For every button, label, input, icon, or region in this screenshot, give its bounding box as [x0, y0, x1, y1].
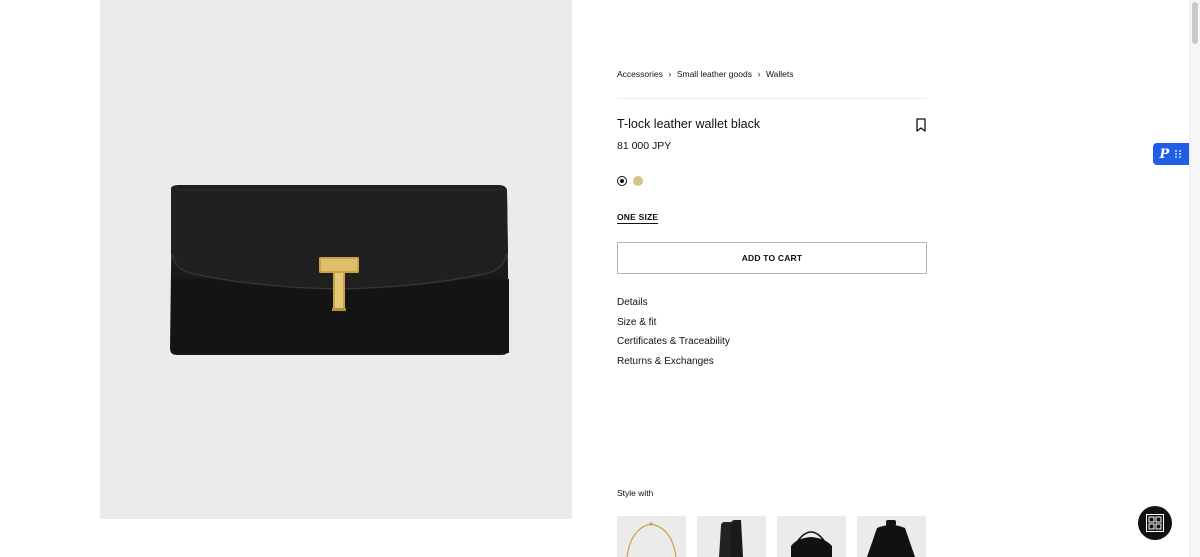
swatch-tan[interactable] [633, 176, 643, 186]
product-image[interactable] [100, 0, 572, 519]
p-logo-icon: P [1159, 146, 1170, 162]
accordion-returns[interactable]: Returns & Exchanges [617, 355, 730, 375]
divider [617, 98, 927, 99]
chat-icon [1146, 514, 1164, 532]
style-item-bag[interactable] [777, 516, 846, 557]
style-with-items [617, 516, 926, 557]
style-item-necklace[interactable] [617, 516, 686, 557]
add-to-cart-button[interactable]: ADD TO CART [617, 242, 927, 274]
accordion-details[interactable]: Details [617, 296, 730, 316]
breadcrumb: Accessories › Small leather goods › Wall… [617, 69, 794, 79]
swatch-black[interactable] [617, 176, 627, 186]
size-selector[interactable]: ONE SIZE [617, 212, 659, 224]
chevron-right-icon: › [668, 69, 672, 79]
style-item-boots[interactable] [697, 516, 766, 557]
accordion-certificates[interactable]: Certificates & Traceability [617, 335, 730, 355]
grip-dots-icon [1175, 150, 1182, 158]
breadcrumb-item-small-leather-goods[interactable]: Small leather goods [677, 69, 752, 79]
scrollbar[interactable] [1189, 0, 1200, 557]
black-handbag-icon [791, 531, 832, 557]
chevron-right-icon: › [757, 69, 761, 79]
accordion-size-fit[interactable]: Size & fit [617, 316, 730, 336]
pocket-extension-icon[interactable]: P [1153, 143, 1189, 165]
color-swatches [617, 176, 643, 186]
black-sweater-icon [867, 520, 915, 557]
wallet-image [170, 185, 509, 355]
product-accordion: Details Size & fit Certificates & Tracea… [617, 296, 730, 374]
product-title: T-lock leather wallet black [617, 117, 761, 131]
scrollbar-thumb[interactable] [1192, 2, 1198, 44]
gold-necklace-icon [626, 522, 677, 557]
breadcrumb-item-wallets[interactable]: Wallets [766, 69, 794, 79]
product-info: Accessories › Small leather goods › Wall… [617, 0, 927, 557]
chat-button[interactable] [1138, 506, 1172, 540]
breadcrumb-item-accessories[interactable]: Accessories [617, 69, 663, 79]
bookmark-icon[interactable] [915, 118, 927, 132]
style-with-label: Style with [617, 488, 654, 498]
black-boots-icon [719, 520, 743, 557]
product-price: 81 000 JPY [617, 140, 672, 152]
style-item-sweater[interactable] [857, 516, 926, 557]
